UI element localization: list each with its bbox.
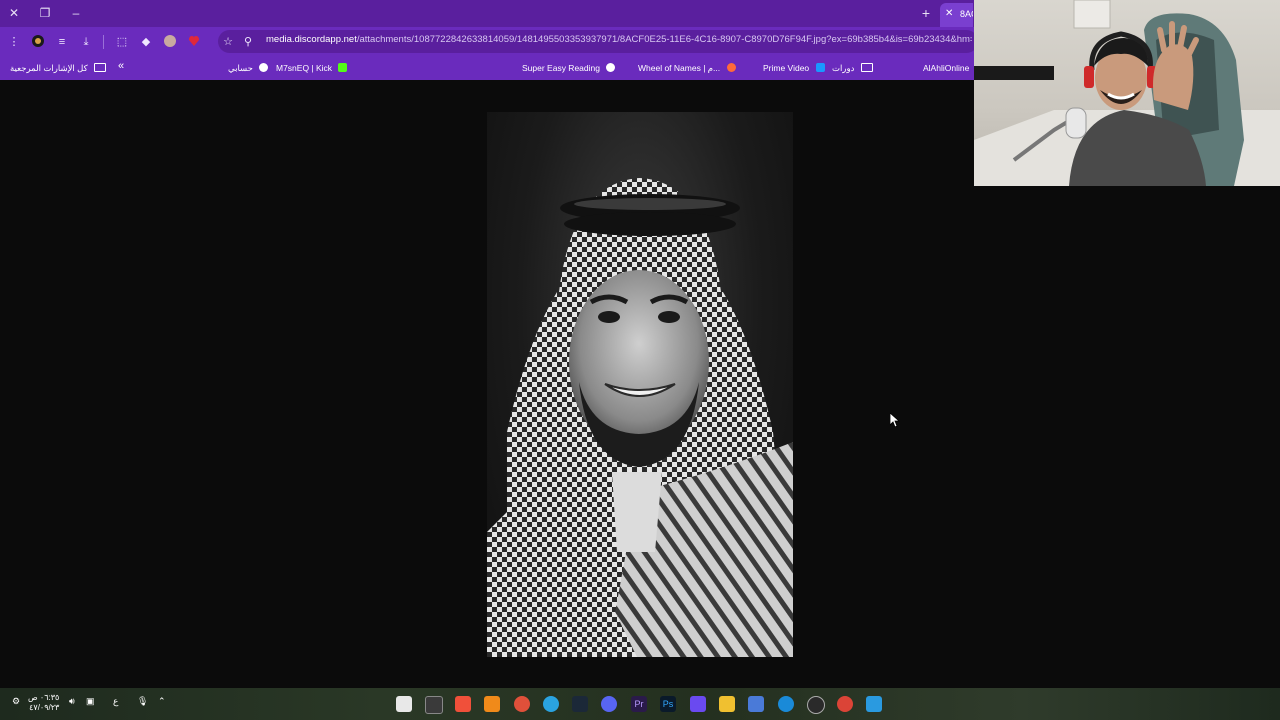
extension3-icon[interactable]	[186, 34, 202, 50]
bookmark-item[interactable]: حسابي	[228, 62, 269, 74]
bookmark-label: Super Easy Reading	[522, 63, 600, 73]
adblock-icon[interactable]: ◆	[138, 34, 154, 50]
bookmarks-overflow-icon[interactable]: «	[118, 60, 124, 72]
clock[interactable]: ٠٦:٣٥ ص ٤٧/٠٩/٢٣	[28, 693, 59, 713]
app-premiere-icon[interactable]: Pr	[631, 696, 647, 712]
app-discord-icon[interactable]	[601, 696, 617, 712]
app-red-icon[interactable]	[514, 696, 530, 712]
url-host: media.discordapp.net	[266, 34, 357, 45]
app-chrome-icon[interactable]	[837, 696, 853, 712]
microphone-icon[interactable]: 🎙︎	[137, 696, 148, 707]
new-tab-button[interactable]: +	[917, 5, 935, 21]
download-icon[interactable]: ⤓	[78, 34, 94, 50]
app-x-icon[interactable]	[425, 696, 443, 714]
app-a-icon[interactable]	[484, 696, 500, 712]
bookmark-item[interactable]: Super Easy Reading	[522, 62, 616, 74]
bookmark-label: حسابي	[228, 63, 253, 73]
bookmark-star-icon[interactable]: ☆	[220, 34, 236, 50]
toolbar-divider	[103, 35, 104, 49]
taskbar: ⚙ ٠٦:٣٥ ص ٤٧/٠٩/٢٣ 🔊︎ ▣ ع 🎙︎ ⌃ Pr Ps	[0, 688, 1280, 720]
tab-search-icon[interactable]: ≡	[54, 34, 70, 50]
volume-icon[interactable]: 🔊︎	[69, 696, 75, 707]
bookmark-label: دورات	[832, 63, 855, 73]
all-bookmarks[interactable]: كل الإشارات المرجعية	[10, 62, 107, 74]
webcam-overlay	[974, 0, 1280, 186]
bookmark-folder[interactable]: دورات	[832, 62, 873, 74]
app-photoshop-icon[interactable]: Ps	[660, 696, 676, 712]
app-telegram-icon[interactable]	[543, 696, 559, 712]
bookmark-label: M7snEQ | Kick	[276, 63, 333, 73]
tab-active[interactable]: ✕ 8AC	[940, 3, 973, 27]
wheel-icon	[726, 63, 736, 72]
bookmark-item[interactable]: AlAhliOnline	[923, 62, 969, 74]
app-folder-icon[interactable]	[719, 696, 735, 712]
bookmark-label: AlAhliOnline	[923, 63, 970, 73]
prime-video-icon	[815, 63, 825, 72]
tab-title: 8AC	[960, 9, 973, 19]
bookmark-label: Prime Video	[763, 63, 810, 73]
app-edge-icon[interactable]	[778, 696, 794, 712]
bookmark-label: Wheel of Names | م...	[638, 63, 721, 73]
restore-icon[interactable]: ❐	[36, 5, 54, 21]
folder-icon	[94, 63, 107, 72]
language-indicator[interactable]: ع	[113, 696, 118, 707]
globe-icon	[606, 63, 616, 72]
clock-date: ٤٧/٠٩/٢٣	[29, 703, 60, 712]
extension-icon[interactable]	[30, 34, 46, 50]
app-steam-icon[interactable]	[572, 696, 588, 712]
kick-icon	[338, 63, 348, 72]
app-brave-icon[interactable]	[455, 696, 471, 712]
globe-icon	[259, 63, 269, 72]
extensions-icon[interactable]: ⬚	[114, 34, 130, 50]
app-play-icon[interactable]	[690, 696, 706, 712]
app-snipping-icon[interactable]	[396, 696, 412, 712]
bookmark-item[interactable]: Wheel of Names | م...	[638, 62, 736, 74]
app-obs-icon[interactable]	[807, 696, 825, 714]
start-button-icon[interactable]	[866, 696, 882, 712]
site-info-icon[interactable]: ⚲	[240, 34, 256, 50]
bookmark-item[interactable]: Prime Video	[763, 62, 825, 74]
clock-time: ٠٦:٣٥ ص	[28, 693, 60, 702]
url-text[interactable]: media.discordapp.net/attachments/1087722…	[266, 34, 972, 45]
chevron-up-icon[interactable]: ⌃	[158, 696, 166, 707]
minimize-icon[interactable]: –	[67, 5, 85, 21]
extension2-icon[interactable]	[162, 34, 178, 50]
url-path: /attachments/1087722842633814059/1481495…	[356, 34, 972, 45]
portrait-image[interactable]	[487, 112, 793, 657]
mouse-cursor	[889, 412, 901, 432]
network-icon[interactable]: ▣	[86, 696, 95, 707]
menu-icon[interactable]: ⋮	[6, 34, 22, 50]
close-icon[interactable]: ✕	[5, 5, 23, 21]
app-store-icon[interactable]	[748, 696, 764, 712]
tab-close-icon[interactable]: ✕	[945, 3, 953, 25]
all-bookmarks-label: كل الإشارات المرجعية	[10, 63, 88, 73]
address-bar[interactable]: ☆ ⚲ media.discordapp.net/attachments/108…	[218, 30, 978, 53]
bookmark-item[interactable]: M7snEQ | Kick	[276, 62, 348, 74]
notification-icon[interactable]: ⚙	[12, 696, 20, 707]
folder-icon	[860, 63, 873, 72]
